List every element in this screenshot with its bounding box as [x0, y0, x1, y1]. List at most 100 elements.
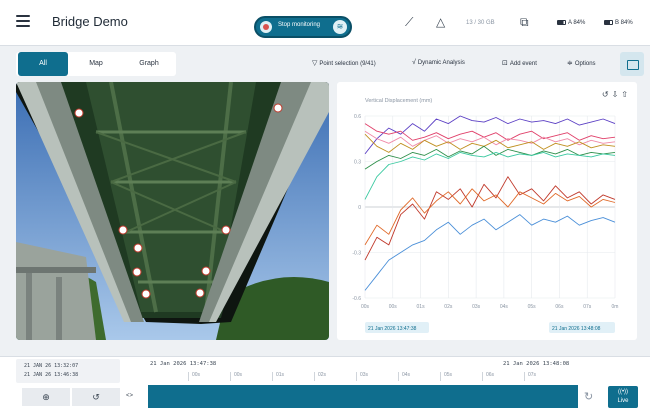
point-selection-label: Point selection (9/41) — [319, 61, 376, 67]
battery-b-status: B 84% — [604, 20, 633, 26]
timeline-right-time: 21 Jan 2026 13:48:08 — [503, 361, 570, 367]
battery-b-label: B 84% — [615, 20, 633, 26]
add-event-button[interactable]: ⊡ Add event — [502, 59, 537, 67]
x-tick-label: 03s — [472, 304, 481, 310]
battery-a-label: A 84% — [568, 20, 586, 26]
live-signal-icon: ((•)) — [617, 389, 629, 395]
app-header: Bridge Demo Stop monitoring ≋ ⟋ △ 13 / 3… — [0, 0, 650, 46]
marker-7[interactable] — [133, 243, 143, 253]
zoom-in-button[interactable]: ⊕ — [22, 388, 70, 406]
x-tick-labels: 00s 00s 01s 02s 03s 04s 05s 06s 07s 0m — [361, 304, 619, 310]
sync-icon[interactable]: ⧉ — [520, 15, 529, 30]
stop-monitoring-button[interactable]: Stop monitoring ≋ — [254, 16, 352, 38]
chart-end-label: 21 Jan 2026 13:48:08 — [549, 322, 615, 333]
range-end: 21 JAN 26 13:46:38 — [24, 372, 79, 378]
dynamic-analysis-button[interactable]: √ Dynamic Analysis — [412, 59, 465, 66]
y-tick-label: -0.3 — [352, 251, 361, 257]
add-event-icon: ⊡ — [502, 60, 508, 67]
timeline-ticks: 00s 00s 01s 02s 03s 04s 05s 06s 07s — [148, 372, 578, 382]
timeline-tick-mark — [524, 372, 525, 381]
zoom-in-icon: ⊕ — [42, 392, 50, 402]
x-tick-label: 00s — [389, 304, 398, 310]
storage-status: 13 / 30 GB — [466, 20, 495, 26]
timeline-tick-mark — [272, 372, 273, 381]
bridge-camera-image — [16, 82, 329, 340]
timeline-tick-mark — [440, 372, 441, 381]
tab-all[interactable]: All — [18, 52, 68, 76]
view-tabs: All Map Graph — [16, 52, 176, 76]
timeline-tick-mark — [188, 372, 189, 381]
x-tick-label: 06s — [555, 304, 564, 310]
marker-1[interactable] — [74, 108, 84, 118]
chart-end-label-text: 21 Jan 2026 13:48:08 — [552, 326, 601, 332]
timeline-tick-label: 02s — [318, 372, 327, 378]
signal-icon: ≋ — [333, 20, 347, 34]
reset-view-button[interactable]: ↺ — [72, 388, 120, 406]
timeline-scrubber[interactable] — [148, 385, 578, 408]
chart-series — [364, 115, 616, 291]
reset-zoom-icon[interactable]: ↺ — [602, 90, 612, 99]
y-tick-label: 0.3 — [354, 160, 361, 166]
options-icon: ≑ — [567, 60, 573, 67]
marker-4[interactable] — [221, 225, 231, 235]
refresh-icon[interactable]: ↻ — [584, 390, 593, 403]
time-range-display[interactable]: 21 JAN 26 13:32:07 21 JAN 26 13:46:38 — [16, 359, 120, 383]
analysis-icon: √ — [412, 59, 416, 66]
chart-start-label: 21 Jan 2026 13:47:38 — [365, 322, 429, 333]
dynamic-analysis-label: Dynamic Analysis — [417, 60, 465, 66]
menu-icon[interactable] — [16, 15, 30, 27]
y-tick-labels: 0.6 0.3 0 -0.3 -0.6 — [352, 114, 361, 302]
marker-9[interactable] — [195, 288, 205, 298]
series-line-5 — [364, 145, 616, 170]
x-tick-label: 05s — [528, 304, 537, 310]
y-tick-label: 0.6 — [354, 114, 361, 120]
displacement-chart[interactable]: Vertical Displacement (mm) 0.6 0.3 0 -0.3 -0… — [337, 82, 637, 340]
timeline-tick-label: 05s — [444, 372, 453, 378]
timeline-nav-icon[interactable]: <> — [126, 393, 133, 399]
timeline-tick-label: 01s — [276, 372, 285, 378]
x-tick-label: 0m — [612, 304, 619, 310]
series-line-4 — [364, 133, 616, 153]
marker-6[interactable] — [201, 266, 211, 276]
timeline-tick-label: 06s — [486, 372, 495, 378]
live-button[interactable]: ((•)) Live — [608, 386, 638, 408]
satellite-icon[interactable]: ⟋ — [405, 15, 413, 30]
stop-monitoring-label: Stop monitoring — [278, 22, 321, 28]
download-icon[interactable]: ⇩ — [612, 90, 622, 99]
filter-icon: ▽ — [312, 60, 318, 67]
undo-icon: ↺ — [92, 392, 100, 402]
chart-tools: ↺⇩⇧ — [602, 90, 631, 99]
timeline-tick-mark — [230, 372, 231, 381]
panel-toggle-button[interactable] — [620, 52, 644, 76]
series-line-8 — [364, 188, 616, 246]
timeline-tick-label: 04s — [402, 372, 411, 378]
marker-8[interactable] — [141, 289, 151, 299]
range-start: 21 JAN 26 13:32:07 — [24, 363, 79, 369]
app-title: Bridge Demo — [52, 14, 128, 29]
chart-title: Vertical Displacement (mm) — [365, 98, 432, 104]
x-tick-label: 02s — [444, 304, 453, 310]
marker-5[interactable] — [132, 267, 142, 277]
options-button[interactable]: ≑ Options — [567, 59, 596, 67]
tab-map[interactable]: Map — [74, 52, 118, 76]
upload-icon[interactable]: ⇧ — [621, 90, 631, 99]
timeline-tick-mark — [482, 372, 483, 381]
point-selection-button[interactable]: ▽ Point selection (9/41) — [312, 59, 376, 67]
live-label: Live — [617, 398, 629, 404]
timeline-tick-label: 00s — [234, 372, 243, 378]
marker-2[interactable] — [273, 103, 283, 113]
record-icon — [260, 21, 272, 33]
timeline-tick-mark — [356, 372, 357, 381]
cloud-icon[interactable]: △ — [436, 15, 445, 29]
series-line-2 — [364, 123, 616, 141]
x-tick-label: 04s — [500, 304, 509, 310]
series-line-7 — [364, 176, 616, 261]
marker-3[interactable] — [118, 225, 128, 235]
timeline-left-time: 21 Jan 2026 13:47:38 — [150, 361, 217, 367]
add-event-label: Add event — [509, 61, 537, 67]
x-tick-label: 07s — [583, 304, 592, 310]
battery-a-status: A 84% — [557, 20, 585, 26]
options-label: Options — [574, 61, 596, 67]
tab-graph[interactable]: Graph — [124, 52, 174, 76]
camera-view[interactable] — [16, 82, 329, 340]
